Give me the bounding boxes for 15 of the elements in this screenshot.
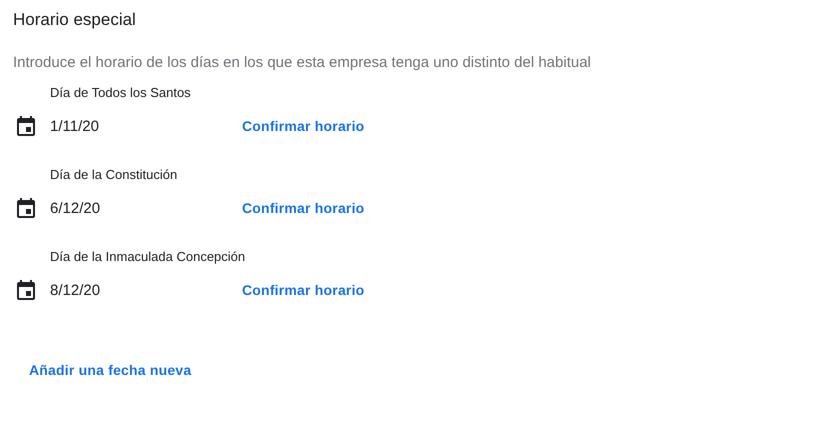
date-value[interactable]: 1/11/20: [50, 118, 242, 134]
confirm-hours-link[interactable]: Confirmar horario: [242, 200, 364, 216]
section-title: Horario especial: [13, 9, 137, 31]
date-value[interactable]: 8/12/20: [50, 282, 242, 298]
calendar-icon[interactable]: [17, 280, 35, 300]
confirm-hours-link[interactable]: Confirmar horario: [242, 282, 364, 298]
holiday-name: Día de la Inmaculada Concepción: [50, 248, 246, 266]
calendar-icon[interactable]: [17, 116, 35, 136]
confirm-hours-link[interactable]: Confirmar horario: [242, 118, 364, 134]
calendar-icon[interactable]: [17, 198, 35, 218]
add-date-link[interactable]: Añadir una fecha nueva: [29, 362, 192, 378]
holiday-name: Día de Todos los Santos: [50, 84, 192, 102]
holiday-name: Día de la Constitución: [50, 166, 178, 184]
section-description: Introduce el horario de los días en los que esta empresa tenga uno distinto del habitual: [13, 53, 592, 73]
date-value[interactable]: 6/12/20: [50, 200, 242, 216]
